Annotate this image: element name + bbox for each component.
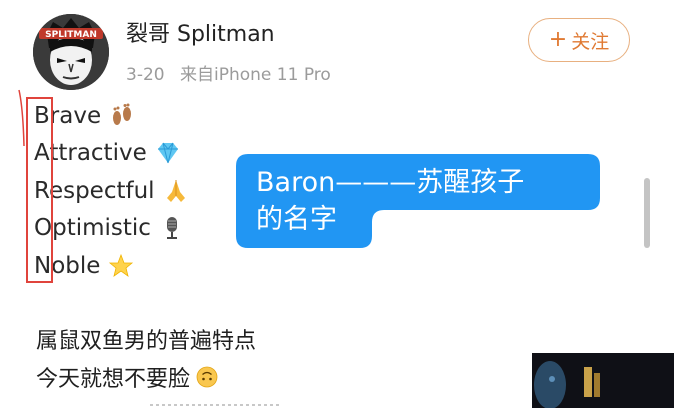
red-stroke-mark	[18, 89, 25, 147]
annotation-line-2: 的名字	[256, 204, 337, 235]
upside-down-face-icon	[196, 366, 218, 388]
scrollbar[interactable]	[644, 178, 650, 248]
acrostic-line: Brave	[34, 97, 189, 135]
post-body: 属鼠双鱼男的普遍特点 今天就想不要脸	[36, 320, 256, 396]
username[interactable]: 裂哥 Splitman	[126, 16, 275, 48]
acrostic-line: Noble	[34, 247, 189, 285]
acrostic-list: Brave Attractive Respectful Optimistic N…	[34, 97, 189, 285]
annotation-line-1: Baron———苏醒孩子	[256, 167, 525, 198]
follow-label: 关注	[571, 30, 610, 53]
cutoff-text-remnant	[150, 404, 280, 406]
body-line: 属鼠双鱼男的普遍特点	[36, 329, 257, 354]
post-source: 来自iPhone 11 Pro	[180, 65, 331, 85]
acrostic-line: Optimistic	[34, 210, 189, 248]
folded-hands-icon	[166, 179, 185, 202]
annotation-text: Baron———苏醒孩子 的名字	[256, 164, 596, 238]
post-date: 3-20	[126, 65, 165, 85]
avatar[interactable]: SPLITMAN	[33, 14, 109, 90]
body-line-text: 今天就想不要脸	[36, 367, 191, 392]
gem-icon	[157, 142, 178, 164]
follow-button[interactable]: + 关注	[528, 18, 630, 62]
microphone-icon	[166, 217, 177, 240]
highlight-box	[26, 97, 53, 283]
avatar-text: SPLITMAN	[45, 30, 97, 40]
plus-icon: +	[548, 27, 568, 52]
acrostic-line: Respectful	[34, 172, 189, 210]
acrostic-line: Attractive	[34, 135, 189, 173]
corner-image	[532, 353, 674, 408]
corner-image-graphic	[532, 353, 674, 408]
post-meta: 3-20 来自iPhone 11 Pro	[126, 60, 331, 85]
star-icon	[109, 253, 134, 277]
body-line: 今天就想不要脸	[36, 358, 256, 396]
avatar-face-icon: SPLITMAN	[33, 14, 109, 90]
footprints-icon	[113, 103, 132, 125]
